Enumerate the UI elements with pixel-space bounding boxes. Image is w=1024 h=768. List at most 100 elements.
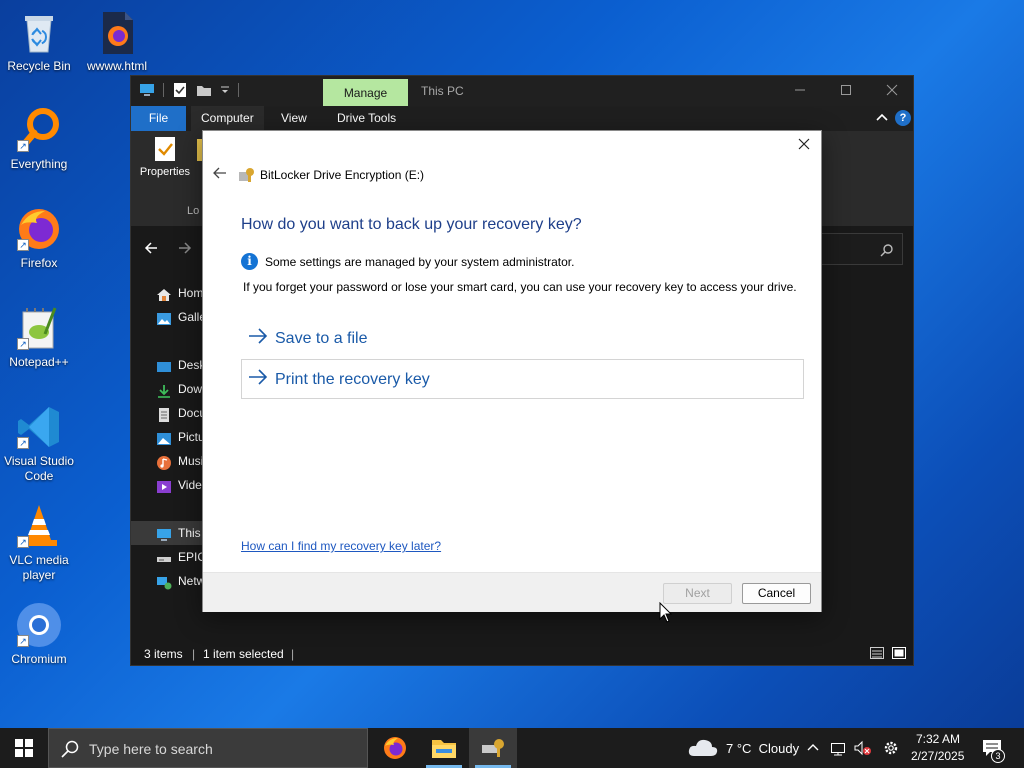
search-placeholder: Type here to search xyxy=(89,741,213,757)
new-folder-icon[interactable] xyxy=(196,82,212,98)
ribbon-tab-bar: File Computer View Drive Tools ? xyxy=(131,106,913,131)
desktop-icon-html-file[interactable]: wwww.html xyxy=(80,8,154,74)
desktop-icon-label: wwww.html xyxy=(86,59,147,73)
dialog-heading: How do you want to back up your recovery… xyxy=(241,216,582,233)
status-bar: 3 items | 1 item selected | xyxy=(131,641,913,665)
next-button[interactable]: Next xyxy=(663,583,732,604)
tab-drive-tools[interactable]: Drive Tools xyxy=(327,106,406,131)
network-tray-icon[interactable] xyxy=(830,740,846,756)
desktop-icon-chromium[interactable]: ↗ Chromium xyxy=(2,601,76,667)
desktop-icon xyxy=(156,358,172,372)
collapse-ribbon-chevron-icon[interactable] xyxy=(875,111,889,125)
recovery-key-help-link[interactable]: How can I find my recovery key later? xyxy=(241,539,441,553)
shortcut-arrow-icon: ↗ xyxy=(17,338,29,350)
desktop-icon-vscode[interactable]: ↗ Visual Studio Code xyxy=(2,403,76,484)
tab-view[interactable]: View xyxy=(271,106,317,131)
maximize-icon xyxy=(841,85,851,95)
weather-text[interactable]: 7 °C Cloudy xyxy=(726,741,799,756)
taskbar-file-explorer[interactable] xyxy=(420,728,468,768)
this-pc-icon xyxy=(156,526,172,541)
desktop-icon-label: Firefox xyxy=(20,256,58,270)
back-arrow-icon[interactable] xyxy=(143,240,159,256)
dialog-back-button[interactable] xyxy=(209,165,231,185)
right-arrow-icon xyxy=(248,369,268,390)
desktop-icon-everything[interactable]: ↗ Everything xyxy=(2,106,76,172)
minimize-button[interactable] xyxy=(777,76,823,106)
properties-label: Properties xyxy=(139,166,191,178)
cancel-button[interactable]: Cancel xyxy=(742,583,811,604)
details-view-icon[interactable] xyxy=(869,645,885,661)
mouse-cursor-icon xyxy=(659,601,673,624)
option-label: Print the recovery key xyxy=(275,371,430,388)
sidebar-label: Dow xyxy=(178,382,203,396)
desktop-icon-firefox[interactable]: ↗ Firefox xyxy=(2,205,76,271)
desktop-icon-vlc[interactable]: ↗ VLC media player xyxy=(2,502,76,583)
windows-logo-icon xyxy=(15,739,33,757)
properties-icon xyxy=(155,137,175,161)
maximize-button[interactable] xyxy=(823,76,869,106)
desktop-icon-label: Recycle Bin xyxy=(7,59,71,73)
option-label: Save to a file xyxy=(275,330,368,347)
selection-count: 1 item selected xyxy=(203,647,284,661)
firefox-html-file-icon xyxy=(93,8,141,56)
tab-computer[interactable]: Computer xyxy=(191,106,264,131)
sidebar-label: This xyxy=(178,526,201,540)
ribbon-group-label: Lo xyxy=(187,205,200,217)
network-icon xyxy=(156,574,172,590)
settings-gear-icon[interactable] xyxy=(882,739,900,757)
info-icon: i xyxy=(241,253,258,270)
clock-time[interactable]: 7:32 AM xyxy=(916,732,960,746)
sidebar-label: Pictu xyxy=(178,430,205,444)
customize-toolbar-dropdown-icon[interactable] xyxy=(220,82,230,98)
taskbar-firefox[interactable] xyxy=(371,728,419,768)
close-icon xyxy=(886,84,898,96)
recycle-bin-icon xyxy=(15,8,63,56)
taskbar: Type here to search 7 °C Cloudy 7:32 AM … xyxy=(0,728,1024,768)
properties-button[interactable]: Properties xyxy=(137,135,193,185)
everything-search-icon: ↗ xyxy=(15,106,63,154)
toolbar-divider xyxy=(163,83,164,97)
dialog-footer: Next Cancel xyxy=(203,572,821,612)
close-icon xyxy=(798,138,810,150)
status-divider: | xyxy=(192,647,196,661)
manage-contextual-tab[interactable]: Manage xyxy=(323,79,408,106)
back-arrow-icon xyxy=(213,167,226,179)
weather-cloud-icon[interactable] xyxy=(688,738,718,758)
vlc-cone-icon: ↗ xyxy=(15,502,63,550)
item-count: 3 items xyxy=(144,647,183,661)
volume-muted-icon[interactable] xyxy=(854,740,872,756)
downloads-icon xyxy=(156,382,172,398)
admin-managed-notice: Some settings are managed by your system… xyxy=(265,255,575,269)
notepad-plus-plus-icon: ↗ xyxy=(15,304,63,352)
chromium-icon: ↗ xyxy=(15,601,63,649)
search-field[interactable] xyxy=(821,233,903,265)
search-icon xyxy=(880,244,893,257)
option-print-recovery-key[interactable]: Print the recovery key xyxy=(241,359,804,399)
dialog-title: BitLocker Drive Encryption (E:) xyxy=(260,168,425,182)
notification-center-button[interactable]: 3 xyxy=(980,737,1006,763)
show-hidden-icons-chevron-icon[interactable] xyxy=(806,741,820,755)
dialog-close-button[interactable] xyxy=(793,135,815,157)
option-save-to-file[interactable]: Save to a file xyxy=(241,318,804,358)
taskbar-search-box[interactable]: Type here to search xyxy=(48,728,368,768)
forward-arrow-icon[interactable] xyxy=(177,240,193,256)
this-pc-monitor-icon[interactable] xyxy=(139,82,155,98)
tab-file[interactable]: File xyxy=(131,106,186,131)
desktop-icon-recycle-bin[interactable]: Recycle Bin xyxy=(2,8,76,74)
window-title: This PC xyxy=(421,84,464,98)
desktop-icon-label: Chromium xyxy=(11,652,67,666)
taskbar-bitlocker[interactable] xyxy=(469,728,517,768)
start-button[interactable] xyxy=(0,728,48,768)
videos-icon xyxy=(156,478,172,493)
properties-checkmark-icon[interactable] xyxy=(172,82,188,98)
close-window-button[interactable] xyxy=(869,76,915,106)
bitlocker-dialog: BitLocker Drive Encryption (E:) How do y… xyxy=(202,130,822,612)
notification-badge: 3 xyxy=(991,749,1005,763)
bitlocker-key-icon xyxy=(238,167,256,183)
desktop-icon-notepad-plus-plus[interactable]: ↗ Notepad++ xyxy=(2,304,76,370)
firefox-icon xyxy=(384,737,406,759)
large-icons-view-icon[interactable] xyxy=(891,645,907,661)
help-icon[interactable]: ? xyxy=(895,110,911,126)
clock-date[interactable]: 2/27/2025 xyxy=(911,749,964,763)
sidebar-label: Musi xyxy=(178,454,204,468)
